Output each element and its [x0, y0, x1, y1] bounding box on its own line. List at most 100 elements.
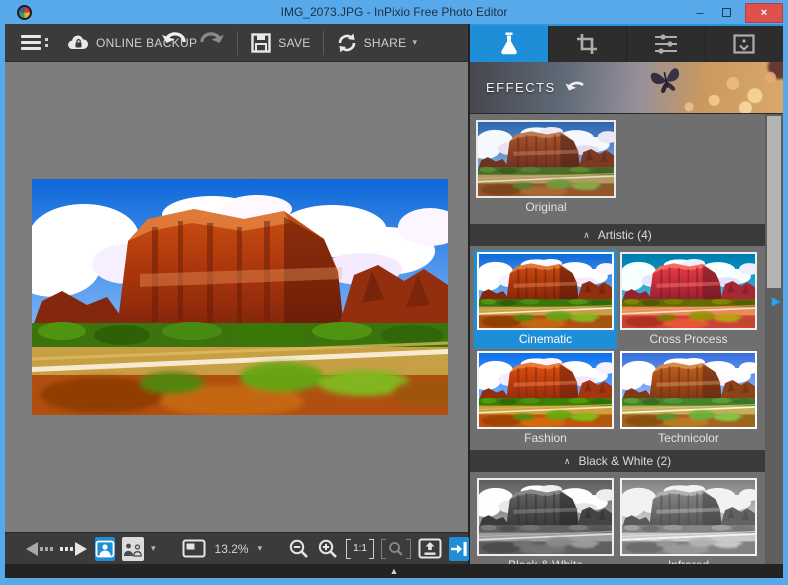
sliders-icon	[654, 34, 677, 54]
zoom-in-icon	[318, 539, 338, 558]
toolbar-separator	[237, 30, 239, 55]
effects-sections: ∧ Artistic (4) Cinematic Cross Process F…	[470, 224, 765, 564]
effect-thumbnail	[477, 478, 614, 556]
effects-title: EFFECTS	[486, 80, 556, 95]
fit-screen-button[interactable]	[182, 539, 206, 558]
panel-tabs	[470, 24, 783, 62]
effects-header: EFFECTS	[470, 62, 783, 114]
original-label: Original	[525, 200, 567, 214]
zoom-out-button[interactable]	[288, 538, 310, 560]
effects-grid: Black & White Infrared	[470, 476, 765, 564]
zoom-caret-icon[interactable]: ▾	[258, 543, 263, 554]
save-icon	[251, 32, 271, 53]
section-header[interactable]: ∧ Artistic (4)	[470, 224, 765, 246]
zoom-out-icon	[289, 539, 309, 558]
undo-icon	[162, 32, 186, 43]
titlebar: IMG_2073.JPG - InPixio Free Photo Editor…	[5, 0, 783, 24]
effect-label: Black & White	[477, 556, 614, 565]
panel-arrow-icon	[451, 541, 467, 556]
effect-thumbnail	[620, 351, 757, 429]
single-view-button[interactable]	[95, 536, 115, 561]
tab-effects[interactable]	[470, 26, 549, 62]
section-title: Artistic (4)	[597, 228, 652, 242]
previous-image-button[interactable]	[25, 541, 53, 557]
reset-effects-button[interactable]	[564, 79, 586, 97]
share-button[interactable]: SHARE ▾	[336, 32, 417, 54]
effect-thumbnail	[620, 252, 757, 330]
menu-button[interactable]	[21, 32, 48, 53]
bottom-strip: ▲	[5, 564, 783, 578]
crop-icon	[577, 34, 598, 54]
previous-arrow-icon	[26, 541, 53, 556]
actual-size-button[interactable]: 1:1	[346, 538, 374, 559]
frame-icon	[733, 34, 755, 54]
zoom-selection-button[interactable]	[381, 538, 411, 559]
save-label: SAVE	[278, 35, 311, 50]
tab-frames[interactable]	[706, 26, 784, 62]
effect-item-fashion[interactable]: Fashion	[474, 349, 617, 448]
effect-item-technicolor[interactable]: Technicolor	[617, 349, 760, 448]
undo-button[interactable]	[161, 29, 189, 56]
section-header[interactable]: ∧ Black & White (2)	[470, 450, 765, 472]
collapse-icon: ∧	[563, 455, 571, 466]
fit-screen-icon	[182, 539, 206, 558]
next-image-button[interactable]	[60, 541, 88, 557]
effects-panel: EFFECTS Original ∧ Artistic (4) Cinemati…	[470, 24, 783, 564]
photo-preview[interactable]	[32, 179, 448, 415]
effect-label: Technicolor	[658, 430, 719, 445]
bottom-toolbar: ▾ 13.2% ▾ 1:1	[5, 532, 469, 564]
effect-item-cross-process[interactable]: Cross Process	[617, 250, 760, 349]
effects-list: Original ∧ Artistic (4) Cinematic Cross …	[470, 114, 783, 564]
panel-scrollbar[interactable]	[765, 114, 783, 564]
one-to-one-label: 1:1	[353, 543, 367, 554]
collapse-icon: ∧	[583, 229, 590, 240]
reset-arrow-icon	[565, 81, 584, 90]
menu-dots-icon	[45, 35, 48, 50]
effects-grid: Cinematic Cross Process Fashion Technico…	[470, 250, 765, 448]
hamburger-icon	[21, 32, 41, 53]
section-title: Black & White (2)	[578, 454, 672, 468]
tab-crop[interactable]	[549, 26, 627, 62]
single-view-icon	[95, 540, 115, 557]
zoom-selection-icon	[389, 541, 403, 556]
export-icon	[418, 538, 442, 559]
toolbar-separator	[322, 30, 324, 55]
tray-toggle-icon[interactable]: ▲	[390, 566, 399, 576]
effect-label: Infrared	[620, 556, 757, 565]
effect-item-cinematic[interactable]: Cinematic	[474, 250, 617, 349]
effect-item-infrared[interactable]: Infrared	[617, 476, 760, 564]
original-thumbnail	[476, 120, 616, 198]
toggle-panel-button[interactable]	[449, 536, 469, 561]
zoom-level-value: 13.2%	[214, 541, 249, 556]
effect-label: Cinematic	[518, 331, 573, 346]
tab-adjustments[interactable]	[627, 26, 706, 62]
zoom-in-button[interactable]	[317, 538, 339, 560]
effect-label: Fashion	[524, 430, 567, 445]
next-arrow-icon	[60, 541, 87, 556]
effect-label: Cross Process	[649, 331, 728, 346]
share-label: SHARE	[363, 35, 407, 50]
redo-icon	[200, 32, 225, 43]
scrollbar-thumb[interactable]	[767, 116, 781, 288]
butterfly-image	[648, 64, 684, 101]
export-button[interactable]	[418, 538, 442, 559]
share-icon	[338, 33, 355, 52]
flask-icon	[500, 32, 517, 55]
redo-button[interactable]	[197, 29, 225, 56]
share-caret-icon: ▾	[412, 37, 417, 47]
window-content: ONLINE BACKUP SAVE SHARE ▾ ▾ 13.2% ▾ 1:1…	[5, 24, 783, 564]
cloud-lock-icon	[68, 35, 89, 49]
photo-canvas[interactable]	[5, 62, 468, 532]
effect-thumbnail	[620, 478, 757, 556]
compare-view-button[interactable]	[122, 536, 144, 561]
compare-caret-icon[interactable]: ▾	[151, 543, 156, 554]
panel-expander-icon[interactable]: ▶	[772, 294, 781, 308]
save-button[interactable]: SAVE	[250, 32, 310, 54]
effect-thumbnail	[477, 252, 614, 330]
effect-item-original[interactable]: Original	[476, 120, 616, 216]
compare-view-icon	[124, 543, 142, 557]
effect-thumbnail	[477, 351, 614, 429]
effect-item-black-white[interactable]: Black & White	[474, 476, 617, 564]
app-window: IMG_2073.JPG - InPixio Free Photo Editor…	[0, 0, 788, 585]
window-title: IMG_2073.JPG - InPixio Free Photo Editor	[280, 5, 508, 19]
